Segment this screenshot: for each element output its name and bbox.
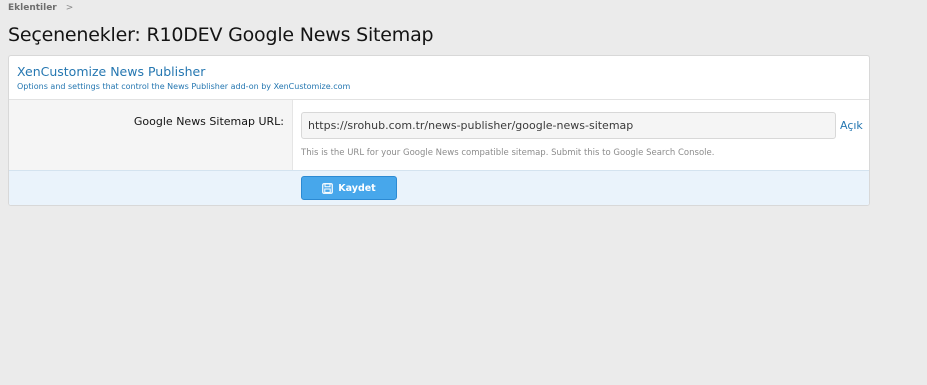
panel-description: Options and settings that control the Ne… bbox=[17, 82, 351, 91]
option-row-sitemap-url: Google News Sitemap URL: https://srohub.… bbox=[9, 100, 869, 171]
form-footer: Kaydet bbox=[9, 171, 869, 205]
save-button-label: Kaydet bbox=[338, 182, 376, 194]
option-label: Google News Sitemap URL: bbox=[133, 115, 284, 128]
open-link[interactable]: Açık bbox=[840, 119, 863, 132]
save-icon bbox=[322, 182, 334, 194]
sitemap-url-field[interactable]: https://srohub.com.tr/news-publisher/goo… bbox=[301, 112, 836, 139]
panel-title: XenCustomize News Publisher bbox=[17, 64, 206, 79]
breadcrumb-separator-icon: > bbox=[65, 3, 74, 13]
option-label-cell: Google News Sitemap URL: bbox=[9, 100, 293, 170]
panel-header: XenCustomize News Publisher Options and … bbox=[9, 56, 869, 100]
breadcrumb: Eklentiler > bbox=[8, 3, 73, 13]
options-panel: XenCustomize News Publisher Options and … bbox=[8, 55, 870, 206]
page-title: Seçenenekler: R10DEV Google News Sitemap bbox=[8, 24, 434, 46]
option-hint: This is the URL for your Google News com… bbox=[301, 148, 715, 158]
save-button[interactable]: Kaydet bbox=[301, 176, 397, 200]
breadcrumb-item-eklentiler[interactable]: Eklentiler bbox=[8, 3, 57, 13]
